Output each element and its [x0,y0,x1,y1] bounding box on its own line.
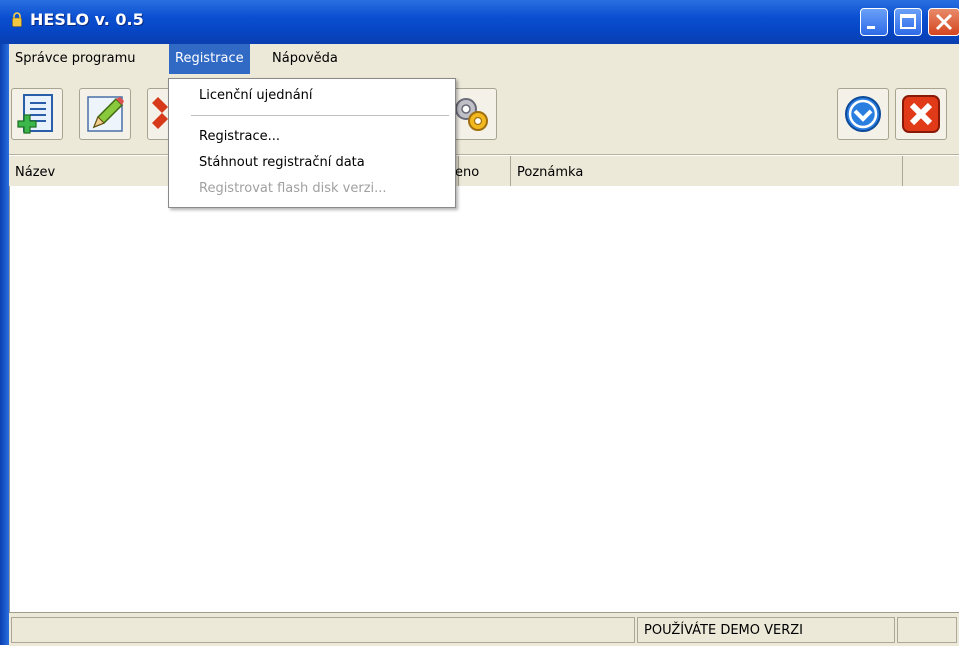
menu-napoveda[interactable]: Nápověda [266,44,344,74]
menu-item-licencni-ujednani[interactable]: Licenční ujednání [169,85,455,107]
column-header-poznamka[interactable]: Poznámka [511,156,903,186]
menu-item-registrovat-flash-disk: Registrovat flash disk verzi... [199,181,387,196]
menu-item-stahnout-registracni-data[interactable]: Stáhnout registrační data [169,152,455,174]
records-list[interactable] [9,186,959,612]
menu-registrace[interactable]: Registrace [169,44,250,74]
padlock-icon [12,12,22,27]
status-panel-extra [897,617,957,643]
add-record-icon [17,94,53,134]
edit-record-icon [87,96,124,132]
app-window: HESLO v. 0.5 Správce programu Registrace… [0,0,959,646]
maximize-button[interactable] [894,8,922,36]
column-header-nazev[interactable]: Název [9,156,169,186]
close-window-button[interactable] [928,8,959,36]
column-header-eno[interactable]: eno [449,156,511,186]
exit-button[interactable] [895,88,947,140]
window-frame-left [0,44,9,645]
menu-bar: Správce programu Registrace Nápověda [9,44,959,74]
add-record-button[interactable] [11,88,63,140]
edit-record-button[interactable] [79,88,131,140]
minimize-icon [867,26,875,29]
toolbar [9,74,959,155]
menu-separator [191,115,449,116]
menu-item-registrace[interactable]: Registrace... [169,126,455,148]
menu-spravce-programu[interactable]: Správce programu [9,44,142,74]
exit-icon [902,95,940,133]
window-title: HESLO v. 0.5 [30,10,144,29]
close-icon [935,13,953,31]
download-button[interactable] [837,88,889,140]
column-header-extra[interactable] [903,156,959,186]
status-panel-main [11,617,635,643]
maximize-icon [900,14,916,29]
status-bar: POUŽÍVÁTE DEMO VERZI [9,612,959,646]
grid-header: Název eno Poznámka [9,156,959,187]
status-panel-demo: POUŽÍVÁTE DEMO VERZI [637,617,895,643]
download-icon [845,96,881,132]
minimize-button[interactable] [860,8,888,36]
registrace-dropdown: Licenční ujednání Registrace... Stáhnout… [168,78,456,208]
title-bar[interactable]: HESLO v. 0.5 [0,0,959,44]
